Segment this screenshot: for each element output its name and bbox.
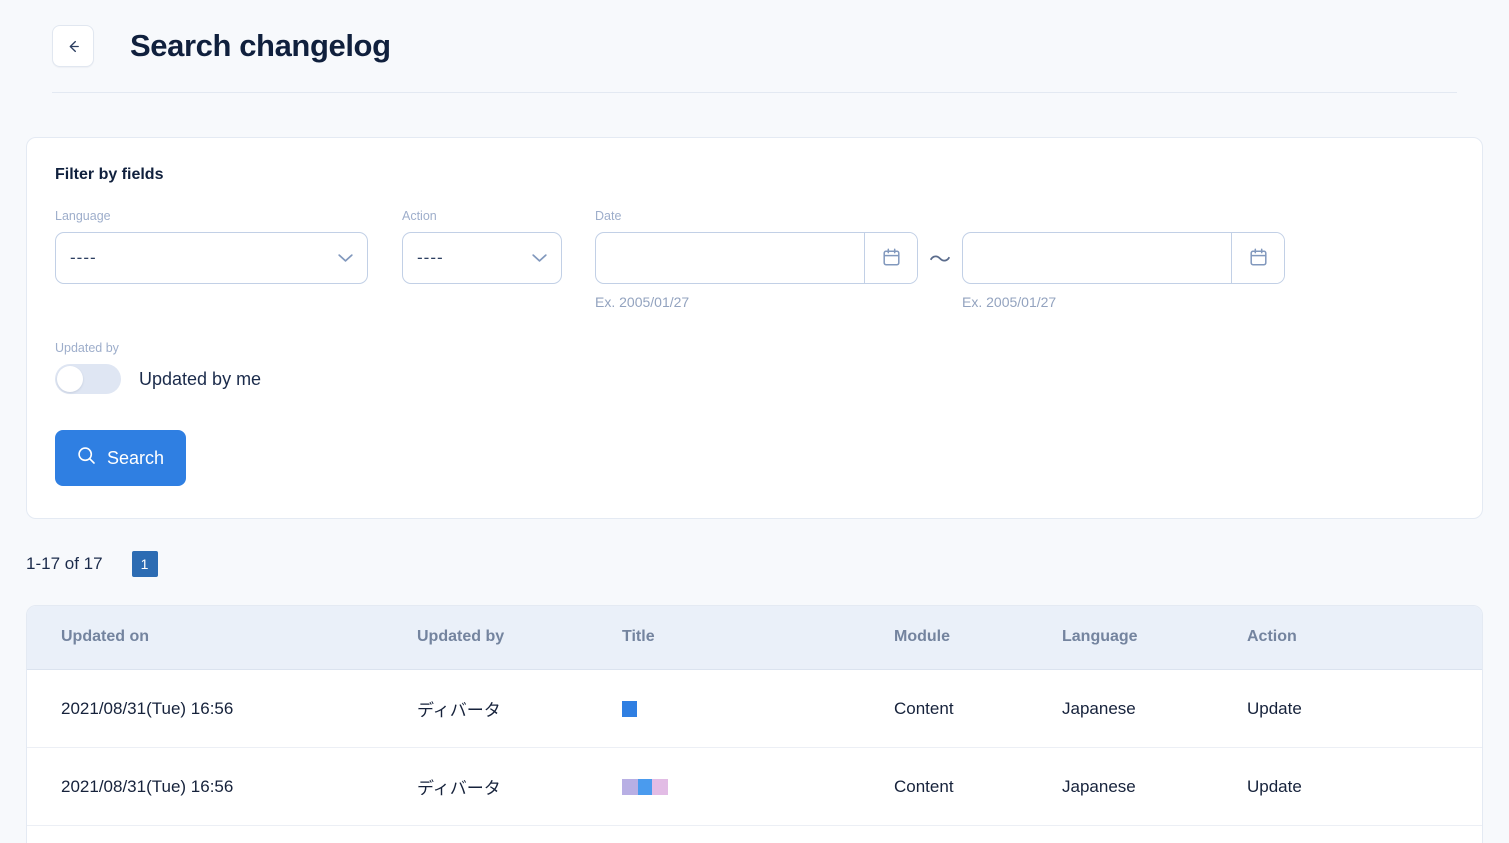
redaction-block xyxy=(638,779,652,795)
date-from-hint: Ex. 2005/01/27 xyxy=(595,293,918,311)
changelog-table-card: Updated on Updated by Title Module Langu… xyxy=(26,605,1483,843)
field-label-date: Date xyxy=(595,208,1285,224)
cell-updated-on: 2021/08/31(Tue) 16:56 xyxy=(27,748,417,826)
table-row[interactable]: 2021/08/31(Tue) 16:56ディバータ ContentJapanes… xyxy=(27,826,1482,843)
table-row[interactable]: 2021/08/31(Tue) 16:56ディバータ ContentJapanes… xyxy=(27,748,1482,826)
cell-updated-on: 2021/08/31(Tue) 16:56 xyxy=(27,670,417,748)
language-select-value: ---- xyxy=(70,248,97,268)
chevron-down-icon xyxy=(337,253,354,264)
search-button[interactable]: Search xyxy=(55,430,186,486)
calendar-icon xyxy=(1249,247,1268,270)
date-from-group: Ex. 2005/01/27 xyxy=(595,232,918,311)
date-from-input[interactable] xyxy=(596,233,864,283)
updated-by-me-toggle[interactable] xyxy=(55,364,121,394)
column-header-updated-by: Updated by xyxy=(417,606,622,670)
cell-action: Update xyxy=(1247,826,1482,843)
table-head: Updated on Updated by Title Module Langu… xyxy=(27,606,1482,670)
page-header: Search changelog xyxy=(52,0,1457,93)
filter-card-title: Filter by fields xyxy=(55,166,1454,184)
title-redaction-blocks xyxy=(622,701,894,717)
action-select[interactable]: ---- xyxy=(402,232,562,284)
date-to-hint: Ex. 2005/01/27 xyxy=(962,293,1285,311)
date-from-wrap xyxy=(595,232,918,284)
language-select[interactable]: ---- xyxy=(55,232,368,284)
pagination-page-1[interactable]: 1 xyxy=(132,551,158,577)
column-header-language: Language xyxy=(1062,606,1247,670)
field-label-action: Action xyxy=(402,208,562,224)
date-to-input[interactable] xyxy=(963,233,1231,283)
cell-language: Japanese xyxy=(1062,670,1247,748)
cell-module: Content xyxy=(894,748,1062,826)
calendar-icon xyxy=(882,247,901,270)
arrow-left-icon xyxy=(65,38,82,55)
page-root: Search changelog Filter by fields Langua… xyxy=(0,0,1509,843)
chevron-down-icon xyxy=(531,253,548,264)
date-to-wrap xyxy=(962,232,1285,284)
date-range-group: Ex. 2005/01/27 〜 xyxy=(595,232,1285,311)
column-header-module: Module xyxy=(894,606,1062,670)
cell-language: Japanese xyxy=(1062,748,1247,826)
header-region: Search changelog xyxy=(0,0,1509,93)
filter-card: Filter by fields Language ---- xyxy=(26,137,1483,519)
back-button[interactable] xyxy=(52,25,94,67)
cell-title xyxy=(622,670,894,748)
updated-by-toggle-row: Updated by me xyxy=(55,364,1454,394)
search-button-label: Search xyxy=(107,448,164,469)
cell-action: Update xyxy=(1247,670,1482,748)
column-header-title: Title xyxy=(622,606,894,670)
cell-updated-by: ディバータ xyxy=(417,748,622,826)
date-to-calendar-button[interactable] xyxy=(1231,233,1284,283)
table-row[interactable]: 2021/08/31(Tue) 16:56ディバータ ContentJapanes… xyxy=(27,670,1482,748)
main-content: Filter by fields Language ---- xyxy=(0,137,1509,843)
cell-updated-by: ディバータ xyxy=(417,670,622,748)
cell-updated-on: 2021/08/31(Tue) 16:56 xyxy=(27,826,417,843)
action-select-value: ---- xyxy=(417,248,444,268)
cell-module: Content xyxy=(894,826,1062,843)
redaction-block xyxy=(652,779,668,795)
cell-module: Content xyxy=(894,670,1062,748)
field-date: Date xyxy=(595,208,1285,311)
field-label-updated-by: Updated by xyxy=(55,340,1454,356)
cell-action: Update xyxy=(1247,748,1482,826)
search-icon xyxy=(77,446,96,470)
cell-language: Japanese xyxy=(1062,826,1247,843)
page-title: Search changelog xyxy=(130,28,391,64)
date-from-calendar-button[interactable] xyxy=(864,233,917,283)
title-redaction-blocks xyxy=(622,779,894,795)
changelog-table: Updated on Updated by Title Module Langu… xyxy=(27,606,1482,843)
field-label-language: Language xyxy=(55,208,368,224)
field-action: Action ---- xyxy=(402,208,562,284)
cell-title xyxy=(622,748,894,826)
table-body: 2021/08/31(Tue) 16:56ディバータContentJapanes… xyxy=(27,670,1482,843)
column-header-action: Action xyxy=(1247,606,1482,670)
column-header-updated-on: Updated on xyxy=(27,606,417,670)
cell-updated-by: ディバータ xyxy=(417,826,622,843)
redaction-block xyxy=(622,701,637,717)
pagination: 1-17 of 17 1 xyxy=(26,549,1483,579)
updated-by-me-label: Updated by me xyxy=(139,369,261,390)
filter-field-row: Language ---- Action ---- xyxy=(55,208,1454,311)
pagination-range: 1-17 of 17 xyxy=(26,554,103,574)
field-language: Language ---- xyxy=(55,208,368,284)
date-to-group: Ex. 2005/01/27 xyxy=(962,232,1285,311)
date-range-separator: 〜 xyxy=(918,232,962,284)
toggle-knob xyxy=(57,366,83,392)
field-updated-by: Updated by Updated by me xyxy=(55,340,1454,394)
table-header-row: Updated on Updated by Title Module Langu… xyxy=(27,606,1482,670)
redaction-block xyxy=(622,779,638,795)
cell-title xyxy=(622,826,894,843)
